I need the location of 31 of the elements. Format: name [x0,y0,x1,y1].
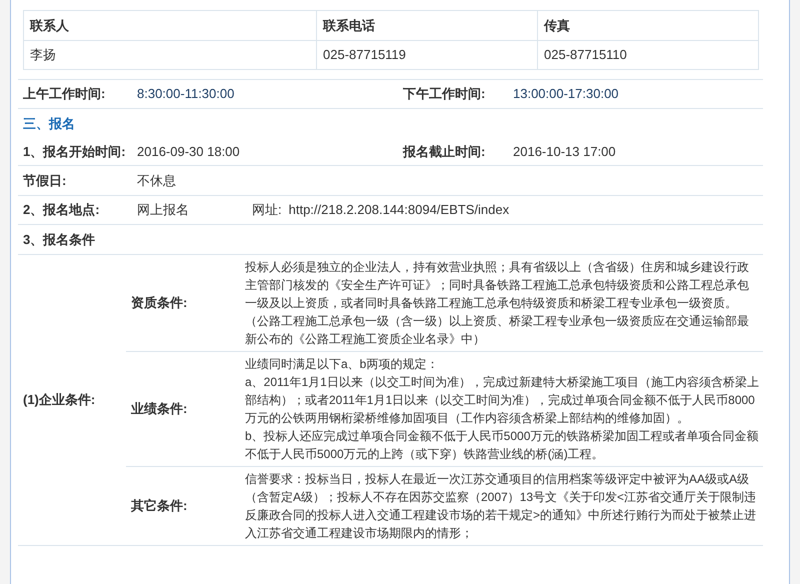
field-label: 其它条件: [131,497,188,516]
column-header: 传真 [538,10,758,40]
field-label: 报名截止时间: [403,142,486,161]
field-label: 节假日: [23,172,68,190]
field-value: 不休息 [137,172,176,190]
field-value: 13:00:00-17:30:00 [513,85,619,104]
section-title: 三、报名 [23,114,75,133]
url-link[interactable]: http://218.2.208.144:8094/EBTS/index [288,200,510,220]
field-label: 下午工作时间: [403,85,486,104]
field-label: 网址: [252,201,282,220]
field-value: 2016-10-13 17:00 [513,142,616,161]
field-value: 网上报名 [137,201,190,220]
table-cell: 025-87715119 [316,40,538,70]
column-header: 联系电话 [316,10,538,40]
column-header: 联系人 [24,10,316,40]
condition-text: b、投标人还应完成过单项合同金额不低于人民币5000万元的铁路桥梁加固工程或者单项合同金额不低于人民币5000万元的上跨（或下穿）铁路营业线的桥(涵)工程。 [245,428,759,463]
field-label: 资质条件: [131,294,188,312]
table-cell: 025-87715110 [538,40,758,70]
condition-text: 业绩同时满足以下a、b两项的规定： [245,356,440,373]
condition-text: a、2011年1月1日以来（以交工时间为准），完成过新建特大桥梁施工项目（施工内容须含桥梁上部结构）；或者2011年1月1日以来（以交工时间为准），完成过单项合同金额不低于人民币8000万元的公铁两用钢桁梁桥维修加固项目（工作内容须含桥梁上部结构的维修加固）。 [245,374,759,427]
field-label: 1、报名开始时间: [23,142,127,161]
field-value: 8:30:00-11:30:00 [137,85,234,104]
field-label: 3、报名条件 [23,230,96,249]
condition-text: 信誉要求：投标当日，投标人在最近一次江苏交通项目的信用档案等级评定中被评为AA级或A级（含暂定A级）；投标人不存在因苏交监察（2007）13号文《关于印发<江苏省交通厅关于限制违反廉政合同的投标人进入交通工程建设市场的若干规定>的通知》中所述行贿行为而处于被禁止进入江苏省交通工程建设市场期限内的情形； [245,471,758,542]
field-value: 2016-09-30 18:00 [137,142,240,161]
condition-text: 投标人必须是独立的企业法人，持有效营业执照；具有省级以上（含省级）住房和城乡建设行政主管部门核发的《安全生产许可证》；同时具备铁路工程施工总承包特级资质和公路工程总承包一级及以上资质，或者同时具备铁路工程施工总承包特级资质和桥梁工程专业承包一级资质。（公路工程施工总承包一级（含一级）以上资质、桥梁工程专业承包一级资质应在交通运输部最新公布的《公路工程施工资质企业名录》中） [245,259,750,348]
field-label: 业绩条件: [131,400,188,418]
field-label: 2、报名地点: [23,201,101,220]
field-label: (1)企业条件: [23,391,96,410]
field-label: 上午工作时间: [23,85,106,104]
table-cell: 李扬 [24,40,316,70]
